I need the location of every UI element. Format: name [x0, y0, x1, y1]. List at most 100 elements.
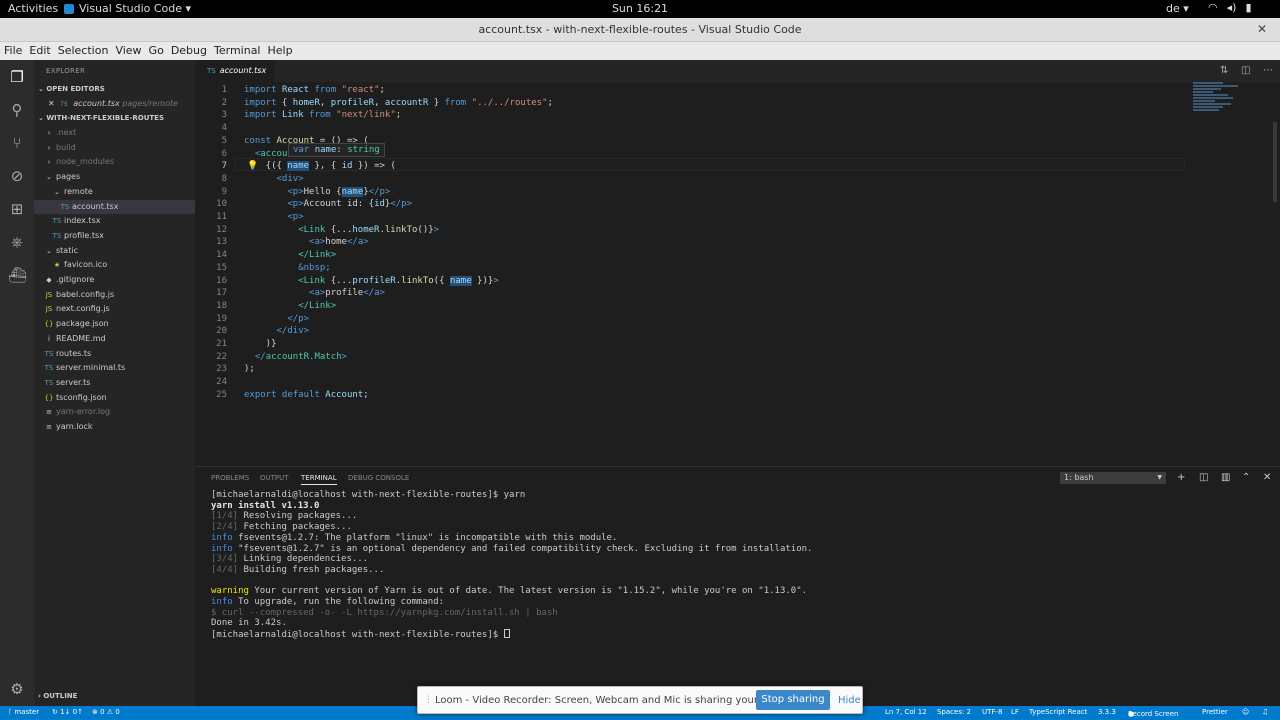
window-close-button[interactable]: ✕ — [1257, 22, 1267, 36]
tree-item[interactable]: TS routes.ts — [34, 347, 195, 361]
tree-item[interactable]: JS next.config.js — [34, 302, 195, 316]
code-line[interactable]: &nbsp; — [244, 263, 331, 273]
bell-icon[interactable]: ♫ — [1262, 708, 1268, 716]
tree-item[interactable]: ⌄ pages — [34, 170, 195, 184]
menu-go[interactable]: Go — [149, 42, 164, 60]
editor-scrollbar[interactable] — [1273, 122, 1277, 202]
code-line[interactable]: <p> — [244, 212, 303, 222]
tree-item[interactable]: TS account.tsx — [34, 199, 195, 214]
remote-icon[interactable]: ⎈ — [8, 233, 26, 251]
smiley-icon[interactable]: ☺ — [1242, 708, 1249, 716]
code-line[interactable]: </accountR.Match> — [244, 352, 347, 362]
tree-item[interactable]: TS index.tsx — [34, 214, 195, 228]
tree-item[interactable]: {} tsconfig.json — [34, 391, 195, 405]
tab-output[interactable]: OUTPUT — [260, 474, 289, 482]
minimap[interactable] — [1193, 82, 1253, 122]
menu-debug[interactable]: Debug — [171, 42, 207, 60]
code-line[interactable]: {({ name }, { id }) => ( — [244, 161, 396, 172]
code-line[interactable]: )} — [244, 339, 277, 349]
compare-icon[interactable]: ⇅ — [1220, 65, 1228, 76]
settings-gear-icon[interactable]: ⚙ — [8, 680, 26, 698]
open-editors-header[interactable]: ⌄ OPEN EDITORS — [38, 85, 105, 93]
code-line[interactable]: ); — [244, 364, 255, 374]
indentation[interactable]: Spaces: 2 — [937, 708, 971, 716]
code-line[interactable]: <Link {...homeR.linkTo()}> — [244, 225, 439, 235]
menu-terminal[interactable]: Terminal — [214, 42, 261, 60]
sync-indicator[interactable]: ↻ 1↓ 0↑ — [52, 708, 83, 716]
code-line[interactable]: import Link from "next/link"; — [244, 110, 401, 120]
menu-edit[interactable]: Edit — [29, 42, 50, 60]
code-line[interactable]: <a>home</a> — [244, 237, 369, 247]
tree-item[interactable]: JS babel.config.js — [34, 288, 195, 302]
code-line[interactable]: <div> — [244, 174, 304, 184]
code-line[interactable]: </Link> — [244, 250, 336, 260]
search-icon[interactable]: ⚲ — [8, 101, 26, 119]
language-mode[interactable]: TypeScript React — [1029, 708, 1087, 716]
source-control-icon[interactable]: ⑂ — [8, 134, 26, 152]
tree-item[interactable]: TS server.ts — [34, 376, 195, 390]
code-line[interactable]: <accou — [244, 149, 288, 159]
code-line[interactable]: </Link> — [244, 301, 336, 311]
end-of-line[interactable]: LF — [1011, 708, 1019, 716]
tab-problems[interactable]: PROBLEMS — [211, 474, 249, 482]
code-line[interactable]: <a>profile</a> — [244, 288, 385, 298]
tree-item[interactable]: TS server.minimal.ts — [34, 361, 195, 375]
terminal-output[interactable]: [michaelarnaldi@localhost with-next-flex… — [211, 490, 812, 641]
code-line[interactable]: <Link {...profileR.linkTo({ name })}> — [244, 275, 499, 286]
tree-item[interactable]: ⌄ static — [34, 244, 195, 258]
tree-item[interactable]: i README.md — [34, 332, 195, 346]
tree-item[interactable]: ⌄ remote — [34, 185, 195, 199]
extensions-icon[interactable]: ⊞ — [8, 200, 26, 218]
code-line[interactable]: import { homeR, profileR, accountR } fro… — [244, 98, 553, 108]
tree-item[interactable]: › .next — [34, 126, 195, 140]
tree-item[interactable]: › build — [34, 141, 195, 155]
split-terminal-icon[interactable]: ◫ — [1199, 472, 1208, 483]
code-line[interactable]: export default Account; — [244, 390, 369, 400]
open-editor-item[interactable]: ✕ TS account.tsx pages/remote — [34, 97, 195, 111]
outline-header[interactable]: › OUTLINE — [38, 692, 77, 700]
encoding[interactable]: UTF-8 — [982, 708, 1002, 716]
code-editor[interactable]: 1 import React from "react"; 2 import { hom… — [195, 82, 1280, 466]
project-header[interactable]: ⌄ WITH-NEXT-FLEXIBLE-ROUTES — [38, 114, 164, 122]
menu-view[interactable]: View — [115, 42, 141, 60]
code-line[interactable]: <p>Hello {name}</p> — [244, 186, 390, 197]
terminal-select[interactable]: 1: bash ▼ — [1060, 472, 1166, 484]
tree-item[interactable]: ≡ yarn.lock — [34, 420, 195, 434]
drag-handle-icon[interactable]: ⋮ — [424, 695, 433, 707]
debug-icon[interactable]: ⊘ — [8, 167, 26, 185]
system-tray[interactable]: ◠ ◂) ▮ — [1208, 1, 1252, 14]
maximize-icon[interactable]: ⌃ — [1242, 472, 1250, 483]
add-terminal-icon[interactable]: + — [1177, 472, 1185, 483]
code-line[interactable]: </div> — [244, 326, 310, 336]
clock[interactable]: Sun 16:21 — [0, 2, 1280, 15]
tree-item[interactable]: ◆ .gitignore — [34, 273, 195, 287]
close-panel-icon[interactable]: ✕ — [1263, 472, 1271, 483]
tree-item[interactable]: ≡ yarn-error.log — [34, 405, 195, 419]
tree-item[interactable]: ★ favicon.ico — [34, 258, 195, 272]
menu-selection[interactable]: Selection — [58, 42, 109, 60]
tree-item[interactable]: TS profile.tsx — [34, 229, 195, 243]
branch-indicator[interactable]: ᚴ master — [8, 708, 39, 716]
split-editor-icon[interactable]: ◫ — [1241, 65, 1250, 76]
docker-icon[interactable]: ⛴ — [8, 266, 27, 284]
lightbulb-icon[interactable]: 💡 — [247, 161, 258, 171]
cursor-position[interactable]: Ln 7, Col 12 — [885, 708, 927, 716]
code-line[interactable]: <p>Account id: {id}</p> — [244, 199, 412, 209]
prettier[interactable]: Prettier — [1202, 708, 1228, 716]
tab-debug-console[interactable]: DEBUG CONSOLE — [348, 474, 409, 482]
hide-button[interactable]: Hide — [838, 695, 861, 706]
problems-indicator[interactable]: ⊗ 0 ⚠ 0 — [92, 708, 120, 716]
ts-version[interactable]: 3.3.3 — [1098, 708, 1116, 716]
files-icon[interactable]: ❐ — [8, 68, 26, 86]
menu-help[interactable]: Help — [268, 42, 293, 60]
close-icon[interactable]: ✕ — [48, 99, 55, 108]
keyboard-layout[interactable]: de ▾ — [1166, 2, 1189, 15]
tree-item[interactable]: › node_modules — [34, 155, 195, 169]
tree-item[interactable]: {} package.json — [34, 317, 195, 331]
stop-sharing-button[interactable]: Stop sharing — [756, 690, 830, 710]
trash-icon[interactable]: ▥ — [1221, 472, 1230, 483]
code-line[interactable]: import React from "react"; — [244, 85, 385, 95]
tab-account-tsx[interactable]: TS account.tsx — [195, 60, 275, 82]
menu-file[interactable]: File — [4, 42, 22, 60]
tab-terminal[interactable]: TERMINAL — [301, 474, 337, 485]
